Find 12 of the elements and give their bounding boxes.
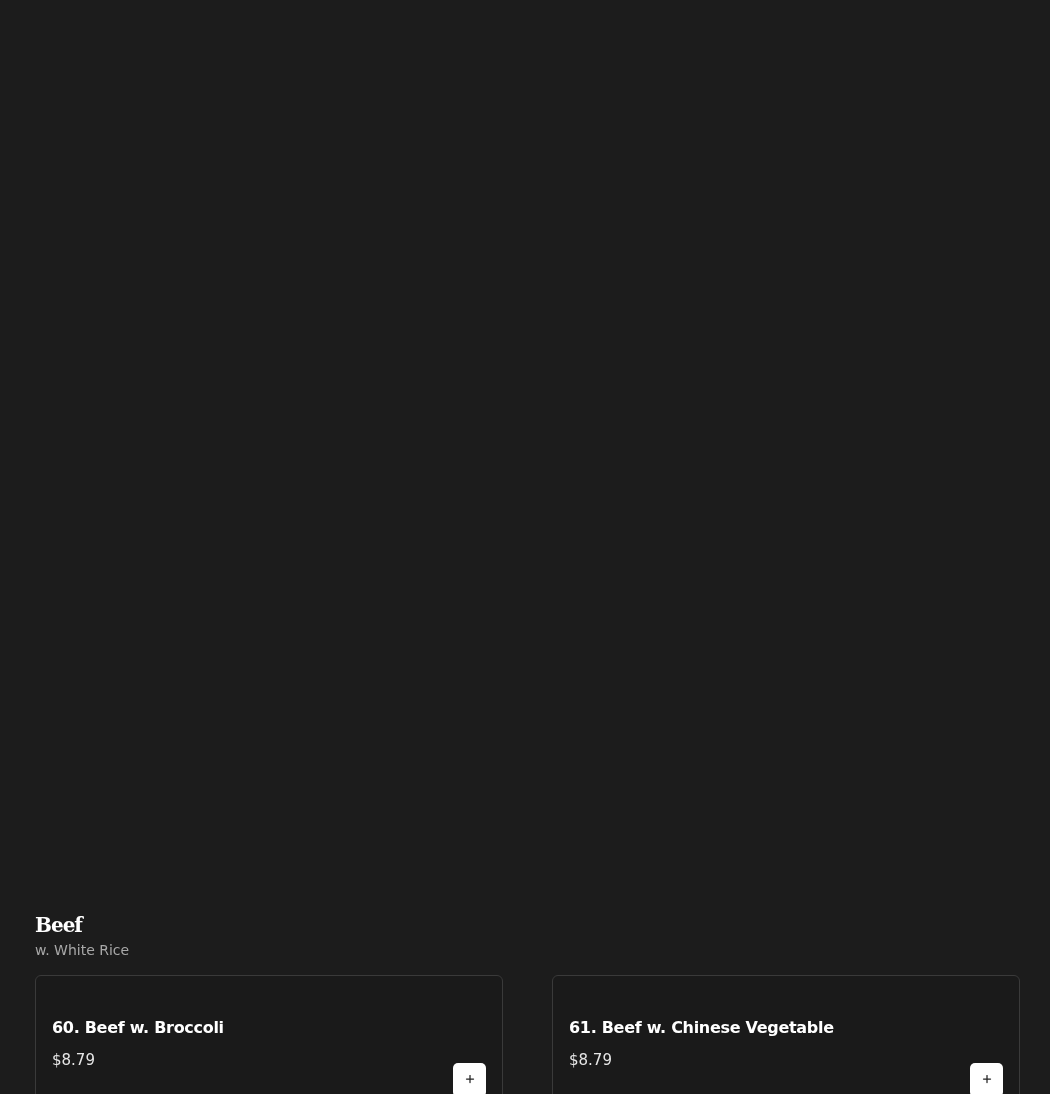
item-price: $8.79: [52, 1051, 95, 1069]
item-price: $8.79: [569, 1051, 612, 1069]
item-name: 60. Beef w. Broccoli: [52, 1018, 224, 1037]
section-subtitle: w. White Rice: [35, 942, 130, 958]
item-name: 61. Beef w. Chinese Vegetable: [569, 1018, 834, 1037]
add-button[interactable]: [970, 1063, 1003, 1094]
menu-item-card[interactable]: 61. Beef w. Chinese Vegetable $8.79: [552, 975, 1020, 1094]
section-title: Beef: [35, 912, 82, 938]
plus-icon: [463, 1073, 476, 1085]
plus-icon: [980, 1073, 993, 1085]
menu-item-card[interactable]: 60. Beef w. Broccoli $8.79: [35, 975, 503, 1094]
add-button[interactable]: [453, 1063, 486, 1094]
